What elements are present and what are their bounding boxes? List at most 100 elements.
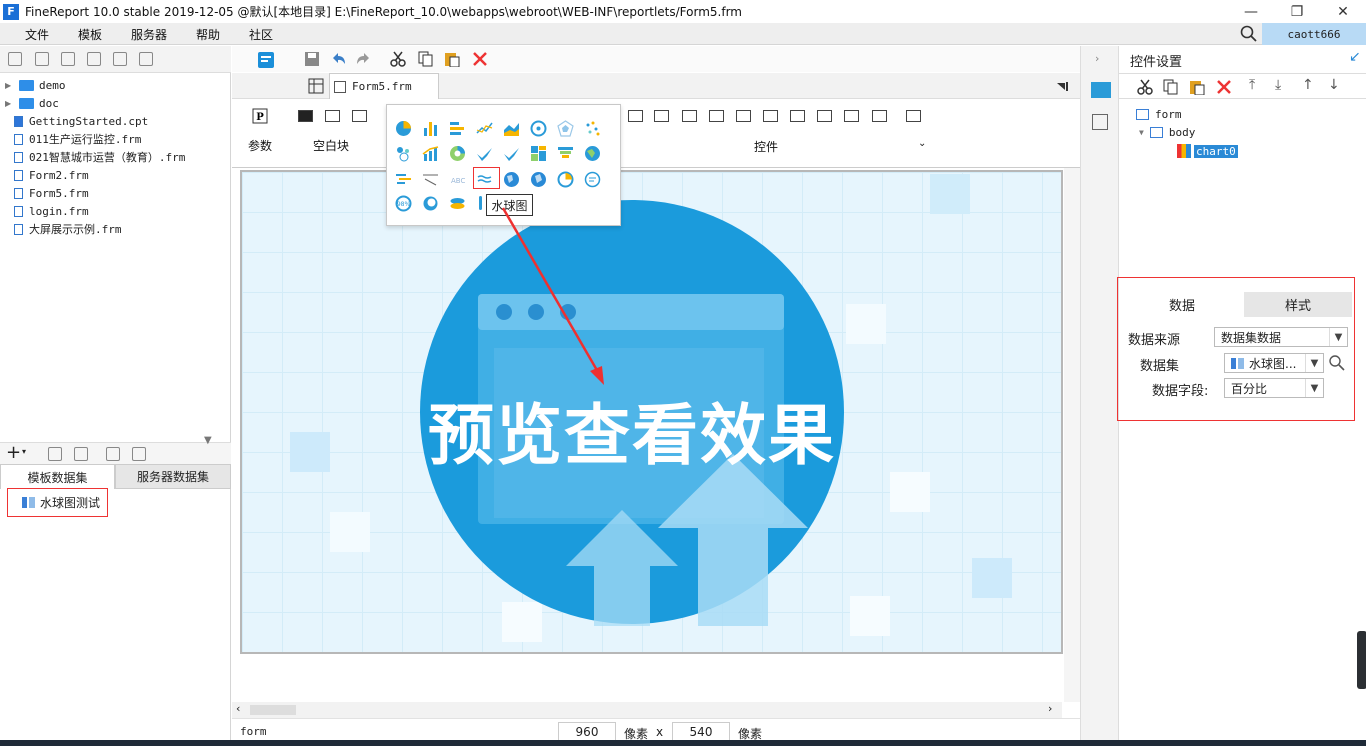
delete-icon[interactable] — [113, 52, 127, 66]
refresh-icon[interactable] — [132, 447, 146, 461]
undo-icon[interactable] — [330, 51, 346, 67]
height-field[interactable]: 540 — [672, 722, 730, 742]
button-widget-icon[interactable] — [628, 110, 643, 122]
tree-file[interactable]: 011生产运行监控.frm — [0, 130, 141, 148]
query-widget-icon[interactable] — [906, 110, 921, 122]
component-library-icon[interactable] — [1092, 114, 1108, 130]
menu-server[interactable]: 服务器 — [131, 26, 167, 43]
horizontal-scrollbar[interactable]: ‹ › — [232, 702, 1062, 718]
move-up-icon[interactable]: ↑ — [1302, 77, 1314, 93]
text-widget-icon[interactable] — [682, 110, 697, 122]
add-dataset-icon[interactable]: + — [6, 442, 21, 463]
menu-help[interactable]: 帮助 — [196, 26, 220, 43]
tree-node-form[interactable]: form — [1136, 108, 1182, 121]
edit-icon[interactable] — [48, 447, 62, 461]
line-chart-icon[interactable] — [476, 120, 493, 137]
delete-icon[interactable] — [74, 447, 88, 461]
chevron-down-icon[interactable]: ▼ — [1329, 328, 1347, 346]
redo-icon[interactable] — [356, 51, 372, 67]
text-chart-icon[interactable] — [584, 171, 601, 188]
tree-file[interactable]: 021智慧城市运营（教育）.frm — [0, 148, 185, 166]
ring-chart-icon[interactable] — [422, 195, 439, 212]
copy-icon[interactable] — [1163, 79, 1179, 95]
grid-icon[interactable] — [308, 78, 324, 94]
new-file-icon[interactable] — [8, 52, 22, 66]
tab-layout-icon[interactable] — [325, 110, 340, 122]
move-top-icon[interactable]: ⤒ — [1249, 77, 1255, 93]
paste-icon[interactable] — [1189, 79, 1205, 95]
date-widget-icon[interactable] — [763, 110, 778, 122]
width-field[interactable]: 960 — [558, 722, 616, 742]
tab-menu-icon[interactable] — [1056, 80, 1070, 92]
cylinder-chart-icon[interactable] — [449, 195, 466, 212]
checkbox-widget-icon[interactable] — [872, 110, 887, 122]
parameter-icon[interactable]: P — [252, 108, 268, 124]
map-chart-icon[interactable] — [476, 145, 493, 162]
cut-icon[interactable] — [390, 51, 406, 67]
bar-chart-icon[interactable] — [422, 120, 439, 137]
radio-widget-icon[interactable] — [844, 110, 859, 122]
tree-file[interactable]: Form5.frm — [0, 184, 89, 202]
new-folder-icon[interactable] — [35, 52, 49, 66]
dropdown-arrow-icon[interactable]: ▾ — [22, 447, 26, 456]
tree-file[interactable]: 大屏展示示例.frm — [0, 220, 122, 238]
close-window-icon[interactable]: ✕ — [1320, 0, 1366, 23]
tab-style[interactable]: 样式 — [1244, 292, 1352, 317]
scatter-chart-icon[interactable] — [584, 120, 601, 137]
gantt-chart-icon[interactable] — [395, 171, 412, 188]
bubble-chart-icon[interactable] — [395, 145, 412, 162]
progress-ring-icon[interactable]: 98% — [395, 195, 412, 212]
copy-icon[interactable] — [139, 52, 153, 66]
scroll-right-icon[interactable]: › — [1048, 702, 1052, 715]
save-icon[interactable] — [304, 51, 320, 67]
expand-icon[interactable]: › — [1095, 52, 1099, 65]
form-canvas[interactable]: 预览查看效果 — [240, 170, 1063, 654]
pie-chart-icon[interactable] — [395, 120, 412, 137]
restore-icon[interactable]: ❐ — [1274, 0, 1320, 23]
textarea-widget-icon[interactable] — [817, 110, 832, 122]
lock-icon[interactable] — [87, 52, 101, 66]
label-widget-icon[interactable] — [654, 110, 669, 122]
vertical-scrollbar[interactable] — [1064, 168, 1080, 702]
combo-widget-icon[interactable] — [709, 110, 724, 122]
collapse-icon[interactable]: ▼ — [204, 435, 212, 446]
cut-icon[interactable] — [1137, 79, 1153, 95]
widget-settings-icon[interactable] — [1091, 82, 1111, 98]
collapse-arrow-icon[interactable]: ▼ — [1139, 128, 1144, 137]
scroll-left-icon[interactable]: ‹ — [236, 702, 240, 715]
tree-node-chart0[interactable]: chart0 — [1177, 144, 1238, 158]
tree-folder-demo[interactable]: ▶ demo — [0, 76, 66, 94]
tab-server-dataset[interactable]: 服务器数据集 — [115, 464, 231, 489]
word-cloud-icon[interactable]: ABC — [449, 171, 466, 188]
pin-icon[interactable]: ↙ — [1349, 49, 1361, 65]
absolute-layout-icon[interactable] — [298, 110, 313, 122]
user-badge[interactable]: caott666 — [1262, 23, 1366, 45]
dataset-select[interactable]: 水球图... ▼ — [1224, 353, 1324, 373]
paste-icon[interactable] — [444, 51, 460, 67]
dial-chart-icon[interactable] — [557, 171, 574, 188]
globe-icon[interactable] — [503, 171, 520, 188]
menu-file[interactable]: 文件 — [25, 26, 49, 43]
tree-file[interactable]: GettingStarted.cpt — [0, 112, 148, 130]
field-select[interactable]: 百分比 ▼ — [1224, 378, 1324, 398]
area-chart-icon[interactable] — [503, 120, 520, 137]
search-icon[interactable] — [1240, 25, 1258, 43]
copy-icon[interactable] — [418, 51, 434, 67]
dataset-item[interactable]: 水球图测试 — [7, 488, 108, 517]
tree-folder-doc[interactable]: ▶ doc — [0, 94, 59, 112]
tab-data[interactable]: 数据 — [1120, 292, 1244, 317]
radar-chart-icon[interactable] — [557, 120, 574, 137]
delete-icon[interactable] — [472, 51, 488, 67]
tree-node-body[interactable]: ▼ body — [1139, 126, 1195, 139]
horizontal-bar-icon[interactable] — [449, 120, 466, 137]
open-icon[interactable] — [61, 52, 75, 66]
tab-template-dataset[interactable]: 模板数据集 — [0, 464, 115, 489]
menu-community[interactable]: 社区 — [249, 26, 273, 43]
template-icon[interactable] — [256, 50, 276, 70]
globe-icon[interactable] — [530, 171, 547, 188]
combo-chart-icon[interactable] — [422, 145, 439, 162]
chevron-down-icon[interactable]: ▼ — [1305, 354, 1323, 372]
delete-icon[interactable] — [1216, 79, 1232, 95]
side-handle[interactable] — [1357, 631, 1366, 689]
gauge-chart-icon[interactable] — [530, 120, 547, 137]
